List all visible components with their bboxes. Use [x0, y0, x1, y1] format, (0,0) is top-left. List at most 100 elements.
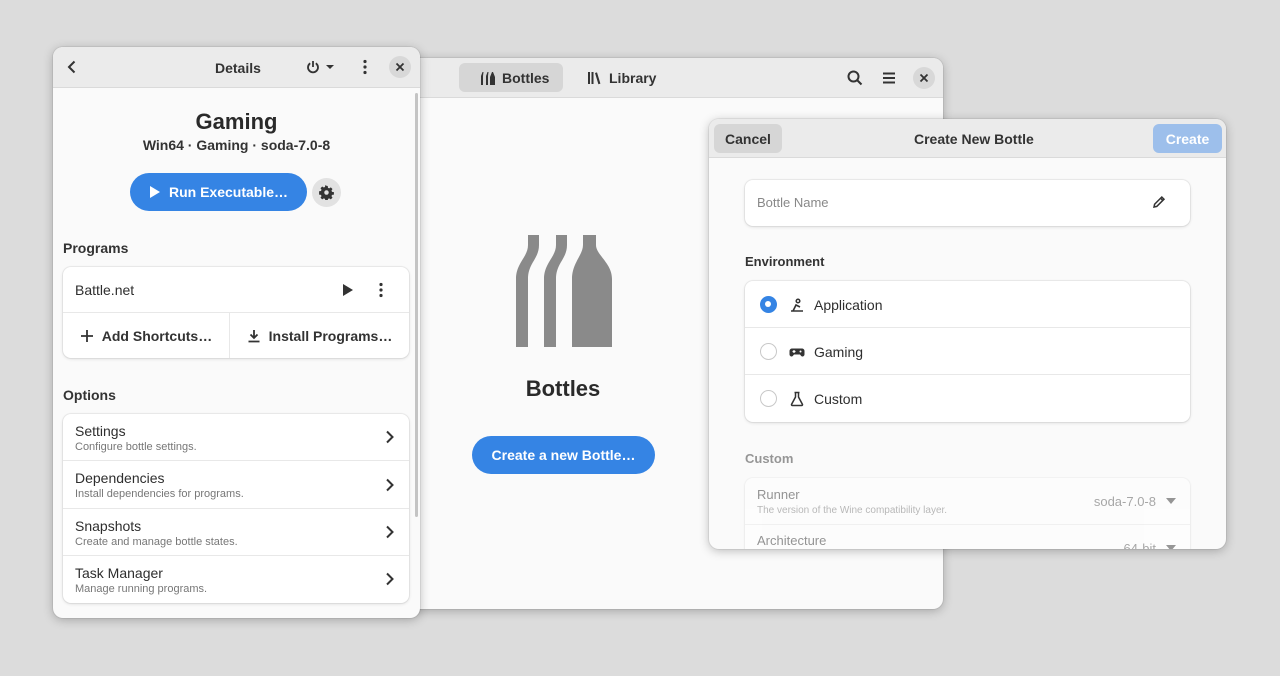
program-name: Battle.net: [75, 282, 135, 298]
main-headerbar: Bottles Library: [392, 58, 943, 98]
add-shortcuts-button[interactable]: Add Shortcuts…: [63, 313, 230, 358]
create-new-bottle-button[interactable]: Create a new Bottle…: [472, 436, 655, 474]
run-executable-button[interactable]: Run Executable…: [130, 173, 307, 211]
gear-icon: [319, 185, 334, 200]
runner-value: soda-7.0-8: [1093, 494, 1156, 509]
option-row-dependencies[interactable]: Dependencies Install dependencies for pr…: [63, 461, 409, 509]
search-icon: [847, 70, 863, 86]
pencil-icon: [1153, 195, 1166, 208]
env-option-custom[interactable]: Custom: [745, 375, 1190, 422]
env-label-custom: Custom: [814, 391, 863, 407]
architecture-title: Architecture: [757, 533, 827, 548]
bottle-name-placeholder: Bottle Name: [757, 195, 829, 210]
chevron-right-icon: [386, 525, 394, 539]
dialog-title: Create New Bottle: [914, 131, 1034, 147]
programs-card: Battle.net Add Shortcuts… Install Progra…: [63, 267, 409, 358]
main-menu-button[interactable]: [875, 64, 903, 92]
program-row-battlenet[interactable]: Battle.net: [63, 267, 409, 313]
chevron-right-icon: [386, 478, 394, 492]
runner-title: Runner: [757, 487, 800, 502]
download-icon: [247, 329, 261, 343]
search-button[interactable]: [841, 64, 869, 92]
custom-settings-card: Runner The version of the Wine compatibi…: [745, 478, 1190, 549]
bottle-meta: Win64 · Gaming · soda-7.0-8: [142, 137, 331, 153]
tab-library[interactable]: Library: [573, 63, 677, 92]
library-icon: [587, 70, 603, 86]
flask-icon: [790, 391, 804, 407]
chevron-left-icon: [67, 60, 76, 74]
main-close-button[interactable]: [910, 64, 938, 92]
option-row-task-manager[interactable]: Task Manager Manage running programs.: [63, 556, 409, 603]
architecture-row[interactable]: Architecture 64-bit: [745, 525, 1190, 549]
option-row-snapshots[interactable]: Snapshots Create and manage bottle state…: [63, 509, 409, 556]
environment-label: Environment: [745, 254, 825, 269]
options-label: Options: [63, 387, 116, 403]
close-icon: [395, 62, 405, 72]
dialog-headerbar: Cancel Create New Bottle Create: [709, 119, 1226, 158]
env-option-application[interactable]: Application: [745, 281, 1190, 328]
programs-label: Programs: [63, 240, 129, 256]
custom-section-label: Custom: [745, 451, 794, 466]
dropdown-arrow-icon: [1166, 498, 1176, 504]
bottle-name-field[interactable]: Bottle Name: [745, 180, 1190, 226]
option-row-settings[interactable]: Settings Configure bottle settings.: [63, 414, 409, 461]
bottle-name: Gaming: [195, 109, 278, 134]
option-subtitle: Install dependencies for programs.: [75, 488, 244, 500]
empty-state-title: Bottles: [525, 376, 601, 401]
option-subtitle: Configure bottle settings.: [75, 441, 197, 453]
bottles-logo-icon: [516, 235, 612, 347]
bottle-settings-button[interactable]: [312, 178, 341, 207]
env-option-gaming[interactable]: Gaming: [745, 328, 1190, 375]
chevron-right-icon: [386, 430, 394, 444]
details-headerbar: Details: [53, 47, 420, 88]
back-button[interactable]: [58, 53, 86, 81]
env-label-gaming: Gaming: [814, 344, 864, 360]
play-icon: [343, 284, 353, 296]
option-title: Dependencies: [75, 470, 165, 486]
power-menu-button[interactable]: [305, 53, 339, 81]
option-title: Snapshots: [75, 518, 142, 534]
chevron-right-icon: [386, 572, 394, 586]
env-radio-application[interactable]: [760, 296, 777, 313]
install-programs-label: Install Programs…: [268, 327, 393, 344]
program-menu-button[interactable]: [373, 282, 389, 298]
runner-subtitle: The version of the Wine compatibility la…: [757, 505, 948, 516]
details-window: Details Gaming Win64 · Gaming · soda-7.0…: [53, 47, 420, 618]
env-label-application: Application: [814, 297, 883, 313]
tab-bottles-label: Bottles: [502, 69, 550, 86]
environment-card: Application Gaming Custom: [745, 281, 1190, 422]
details-title: Details: [215, 60, 261, 76]
option-title: Task Manager: [75, 565, 163, 581]
env-radio-gaming[interactable]: [760, 343, 777, 360]
close-icon: [919, 73, 929, 83]
architecture-value: 64-bit: [1123, 541, 1156, 549]
option-subtitle: Create and manage bottle states.: [75, 536, 238, 548]
options-card: Settings Configure bottle settings. Depe…: [63, 414, 409, 603]
kebab-icon: [363, 59, 367, 75]
run-executable-label: Run Executable…: [168, 184, 289, 200]
power-icon: [307, 61, 334, 74]
add-shortcuts-label: Add Shortcuts…: [101, 327, 213, 344]
option-title: Settings: [75, 423, 126, 439]
tab-library-label: Library: [609, 69, 657, 86]
details-kebab-menu-button[interactable]: [351, 53, 379, 81]
option-subtitle: Manage running programs.: [75, 583, 208, 595]
dropdown-arrow-icon: [1166, 545, 1176, 549]
details-close-button[interactable]: [386, 53, 414, 81]
runner-row[interactable]: Runner The version of the Wine compatibi…: [745, 478, 1190, 525]
bottles-icon: [480, 70, 496, 86]
plus-icon: [80, 329, 94, 343]
tab-bottles[interactable]: Bottles: [459, 63, 563, 92]
kebab-icon: [379, 282, 383, 298]
install-programs-button[interactable]: Install Programs…: [230, 313, 409, 358]
details-scrollbar[interactable]: [415, 93, 418, 517]
create-bottle-dialog: Cancel Create New Bottle Create Bottle N…: [709, 119, 1226, 549]
gamepad-icon: [789, 348, 805, 357]
cancel-button[interactable]: Cancel: [714, 124, 782, 153]
create-button[interactable]: Create: [1153, 124, 1222, 153]
program-actions-row: Add Shortcuts… Install Programs…: [63, 313, 409, 358]
play-program-button[interactable]: [342, 283, 354, 297]
play-icon: [149, 185, 161, 199]
hamburger-icon: [883, 72, 895, 84]
env-radio-custom[interactable]: [760, 390, 777, 407]
